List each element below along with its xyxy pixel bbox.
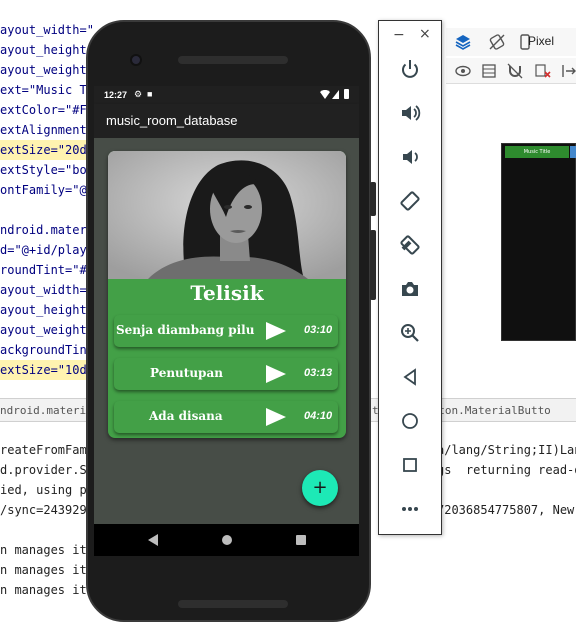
log-line-left: d.provider.Se — [0, 463, 94, 477]
emulator-controls-panel: − × — [378, 20, 442, 535]
song-duration: 04:10 — [304, 410, 333, 422]
top-speaker — [178, 56, 288, 64]
log-line-left: n manages its — [0, 583, 94, 597]
play-icon[interactable] — [266, 322, 286, 340]
volume-down-icon[interactable] — [394, 141, 426, 173]
close-button[interactable]: × — [419, 26, 431, 42]
zoom-icon[interactable] — [394, 317, 426, 349]
nav-back-icon[interactable] — [148, 534, 158, 546]
clear-constraints-icon[interactable] — [534, 62, 552, 80]
log-line-left: /sync=2439295 — [0, 503, 94, 517]
device-selector[interactable]: Pixel — [528, 34, 554, 48]
layout-preview[interactable]: Music Title — [501, 143, 576, 341]
emulator-titlebar: − × — [379, 21, 441, 51]
device-screen: 12:27 ⚙ ■ music_room_database Telisik Se… — [94, 86, 359, 524]
android-status-bar: 12:27 ⚙ ■ — [94, 86, 359, 104]
more-icon[interactable] — [394, 493, 426, 525]
camera-icon[interactable] — [394, 273, 426, 305]
blueprint-icon[interactable] — [480, 62, 498, 80]
log-line-right: 72036854775807, New — [437, 503, 575, 517]
album-cover-image — [108, 151, 346, 279]
album-card: Telisik Senja diambang pilu 03:10 Penutu… — [108, 151, 346, 438]
design-toolbar-secondary — [446, 58, 576, 84]
preview-title: Music Title — [505, 146, 569, 158]
app-bar: music_room_database — [94, 104, 359, 138]
app-title: music_room_database — [106, 113, 238, 128]
bottom-speaker — [178, 600, 288, 608]
settings-status-icon: ⚙ — [134, 89, 143, 99]
song-duration: 03:13 — [304, 367, 333, 379]
main-content: Telisik Senja diambang pilu 03:10 Penutu… — [94, 138, 359, 524]
nav-home-icon[interactable] — [222, 535, 232, 545]
design-toolbar — [446, 28, 576, 56]
no-orientation-icon[interactable] — [488, 33, 506, 51]
signal-icon — [332, 90, 339, 99]
song-title: Penutupan — [150, 366, 223, 380]
log-line-left: n manages its — [0, 543, 94, 557]
volume-side-button[interactable] — [370, 230, 376, 300]
song-title: Senja diambang pilu — [116, 323, 255, 337]
preview-play-button — [570, 146, 576, 158]
power-icon[interactable] — [394, 53, 426, 85]
minimize-button[interactable]: − — [393, 27, 405, 43]
song-row[interactable]: Senja diambang pilu 03:10 — [114, 315, 338, 347]
rotate-right-icon[interactable] — [394, 229, 426, 261]
back-icon[interactable] — [394, 361, 426, 393]
rotate-left-icon[interactable] — [394, 185, 426, 217]
song-title: Ada disana — [149, 409, 223, 423]
power-side-button[interactable] — [370, 182, 376, 216]
song-row[interactable]: Ada disana 04:10 — [114, 401, 338, 433]
eye-icon[interactable] — [454, 62, 472, 80]
log-line-right: gs returning read-only — [437, 463, 576, 477]
song-duration: 03:10 — [304, 324, 333, 336]
log-line-right: a/lang/String;II)Lan — [437, 443, 576, 457]
battery-icon — [344, 89, 349, 99]
home-icon[interactable] — [394, 405, 426, 437]
add-fab-button[interactable]: + — [302, 470, 338, 506]
front-camera — [130, 54, 142, 66]
log-line-left: reateFromFami — [0, 443, 94, 457]
layers-icon[interactable] — [454, 33, 472, 51]
align-icon[interactable] — [560, 62, 576, 80]
wifi-icon — [320, 90, 330, 99]
log-line-left: n manages its — [0, 563, 94, 577]
android-nav-bar — [94, 524, 359, 556]
nav-recents-icon[interactable] — [296, 535, 306, 545]
play-icon[interactable] — [266, 365, 286, 383]
notification-dot-icon: ■ — [147, 89, 153, 99]
status-time: 12:27 — [104, 90, 128, 100]
magnet-off-icon[interactable] — [506, 62, 524, 80]
play-icon[interactable] — [266, 408, 286, 426]
volume-up-icon[interactable] — [394, 97, 426, 129]
song-row[interactable]: Penutupan 03:13 — [114, 358, 338, 390]
overview-icon[interactable] — [394, 449, 426, 481]
album-title: Telisik — [190, 281, 264, 305]
log-line-left: ied, using pl — [0, 483, 94, 497]
